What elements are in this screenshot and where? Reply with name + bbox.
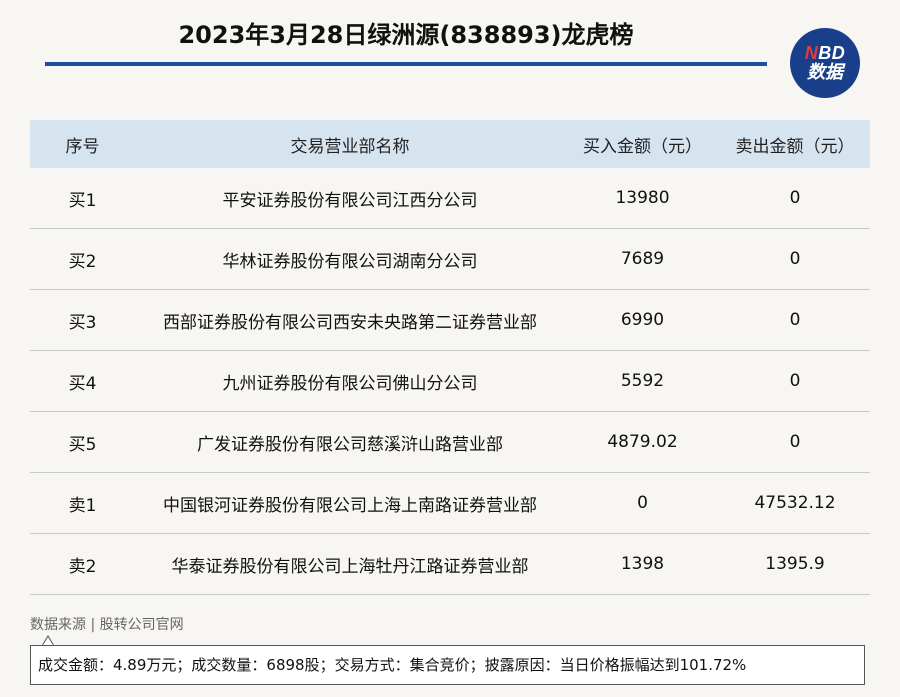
table-header-row: 序号 交易营业部名称 买入金额（元） 卖出金额（元） — [30, 120, 870, 168]
table-row: 买2 华林证券股份有限公司湖南分公司 7689 0 — [30, 228, 870, 290]
row-buy: 7689 — [565, 228, 720, 290]
row-sell: 47532.12 — [720, 472, 870, 534]
row-buy: 0 — [565, 472, 720, 534]
row-buy: 5592 — [565, 350, 720, 412]
table-row: 买4 九州证券股份有限公司佛山分公司 5592 0 — [30, 350, 870, 412]
row-broker: 中国银河证券股份有限公司上海上南路证券营业部 — [135, 472, 565, 534]
header-buy-amount: 买入金额（元） — [565, 120, 720, 168]
row-sell: 0 — [720, 228, 870, 290]
logo-bd: BD — [818, 43, 846, 63]
row-broker: 西部证券股份有限公司西安未央路第二证券营业部 — [135, 289, 565, 351]
logo-data-text: 数据 — [807, 62, 843, 82]
table-row: 买1 平安证券股份有限公司江西分公司 13980 0 — [30, 168, 870, 229]
row-index: 卖2 — [30, 533, 135, 595]
table-row: 买3 西部证券股份有限公司西安未央路第二证券营业部 6990 0 — [30, 289, 870, 351]
row-index: 买5 — [30, 411, 135, 473]
row-index: 买3 — [30, 289, 135, 351]
row-index: 买2 — [30, 228, 135, 290]
row-index: 买1 — [30, 168, 135, 229]
logo-n: N — [804, 43, 819, 63]
header-index: 序号 — [30, 120, 135, 168]
row-sell: 0 — [720, 411, 870, 473]
row-sell: 0 — [720, 168, 870, 229]
row-buy: 6990 — [565, 289, 720, 351]
data-source: 数据来源 | 股转公司官网 — [30, 617, 184, 633]
trade-summary-note: 成交金额：4.89万元；成交数量：6898股；交易方式：集合竞价；披露原因：当日… — [30, 645, 865, 685]
row-broker: 华泰证券股份有限公司上海牡丹江路证券营业部 — [135, 533, 565, 595]
row-broker: 广发证券股份有限公司慈溪浒山路营业部 — [135, 411, 565, 473]
row-index: 买4 — [30, 350, 135, 412]
table-row: 买5 广发证券股份有限公司慈溪浒山路营业部 4879.02 0 — [30, 411, 870, 473]
header-sell-amount: 卖出金额（元） — [720, 120, 870, 168]
row-buy: 13980 — [565, 168, 720, 229]
row-buy: 4879.02 — [565, 411, 720, 473]
row-broker: 华林证券股份有限公司湖南分公司 — [135, 228, 565, 290]
row-broker: 平安证券股份有限公司江西分公司 — [135, 168, 565, 229]
table-row: 卖1 中国银河证券股份有限公司上海上南路证券营业部 0 47532.12 — [30, 472, 870, 534]
table-row: 卖2 华泰证券股份有限公司上海牡丹江路证券营业部 1398 1395.9 — [30, 533, 870, 595]
row-broker: 九州证券股份有限公司佛山分公司 — [135, 350, 565, 412]
title-underline — [45, 62, 767, 66]
nbd-logo: NBD 数据 — [790, 28, 860, 98]
row-sell: 1395.9 — [720, 533, 870, 595]
page-title: 2023年3月28日绿洲源(838893)龙虎榜 — [178, 21, 634, 49]
row-buy: 1398 — [565, 533, 720, 595]
dragon-tiger-table: 序号 交易营业部名称 买入金额（元） 卖出金额（元） 买1 平安证券股份有限公司… — [30, 120, 870, 595]
row-index: 卖1 — [30, 472, 135, 534]
row-sell: 0 — [720, 350, 870, 412]
header-broker: 交易营业部名称 — [135, 120, 565, 168]
row-sell: 0 — [720, 289, 870, 351]
